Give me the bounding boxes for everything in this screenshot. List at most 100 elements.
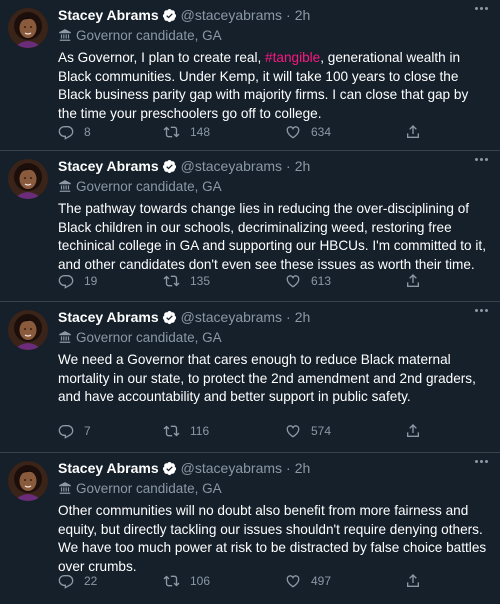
avatar[interactable] (8, 461, 48, 501)
tweet-header: Stacey Abrams @staceyabrams · 2h (58, 156, 488, 176)
more-options-button[interactable] (475, 460, 488, 463)
share-button[interactable] (405, 423, 421, 439)
tweet-timestamp[interactable]: 2h (295, 156, 311, 176)
tweet[interactable]: Stacey Abrams @staceyabrams · 2h Governo… (0, 302, 500, 453)
account-label-text: Governor candidate, GA (76, 178, 222, 194)
author-name[interactable]: Stacey Abrams (58, 307, 159, 327)
separator-dot: · (286, 460, 291, 476)
retweet-button[interactable]: 116 (163, 423, 209, 439)
like-button[interactable]: 613 (285, 273, 331, 289)
account-label[interactable]: Governor candidate, GA (58, 176, 488, 196)
author-name[interactable]: Stacey Abrams (58, 5, 159, 25)
verified-badge-icon (162, 159, 177, 174)
share-upload-icon (407, 574, 419, 587)
tweet-text: The pathway towards change lies in reduc… (58, 200, 488, 274)
more-dots-icon (475, 7, 478, 10)
more-options-button[interactable] (475, 7, 488, 10)
reply-button[interactable]: 19 (58, 273, 97, 289)
like-button[interactable]: 497 (285, 573, 331, 589)
retweet-arrows-icon (163, 575, 180, 587)
like-count: 634 (311, 125, 332, 139)
retweet-button[interactable]: 135 (163, 273, 210, 289)
author-name[interactable]: Stacey Abrams (58, 458, 159, 478)
author-handle[interactable]: @staceyabrams (181, 307, 282, 327)
verified-badge-icon (162, 461, 177, 476)
share-button[interactable] (405, 124, 421, 140)
reply-count: 7 (84, 424, 91, 438)
tweet-actions: 7 116 574 (58, 421, 488, 441)
retweet-count: 148 (190, 125, 211, 139)
tweet-timestamp[interactable]: 2h (295, 5, 311, 25)
reply-button[interactable]: 22 (58, 573, 97, 589)
reply-bubble-icon (58, 575, 74, 589)
tweet-header: Stacey Abrams @staceyabrams · 2h (58, 458, 488, 478)
tweet-timestamp[interactable]: 2h (295, 458, 311, 478)
tweet-actions: 22 106 497 (58, 571, 488, 591)
tweet-timestamp[interactable]: 2h (295, 307, 311, 327)
tweet-text: We need a Governor that cares enough to … (58, 351, 488, 407)
tweet-actions: 8 148 634 (58, 122, 488, 142)
heart-icon (286, 425, 300, 438)
reply-count: 22 (84, 574, 98, 588)
heart-icon (286, 126, 300, 139)
reply-count: 8 (84, 125, 91, 139)
government-building-icon (59, 29, 71, 41)
account-label-text: Governor candidate, GA (76, 480, 222, 496)
government-building-icon (59, 331, 71, 343)
share-upload-icon (407, 424, 419, 437)
government-building-icon (59, 180, 71, 192)
heart-icon (286, 275, 300, 288)
like-count: 574 (311, 424, 332, 438)
more-options-button[interactable] (475, 158, 488, 161)
verified-badge-icon (162, 310, 177, 325)
author-name[interactable]: Stacey Abrams (58, 156, 159, 176)
retweet-button[interactable]: 148 (163, 124, 210, 140)
separator-dot: · (286, 7, 291, 23)
reply-count: 19 (84, 274, 98, 288)
tweet-text: Other communities will no doubt also ben… (58, 502, 488, 576)
like-count: 613 (311, 274, 332, 288)
reply-button[interactable]: 8 (58, 124, 91, 140)
verified-badge-icon (162, 8, 177, 23)
like-button[interactable]: 634 (285, 124, 331, 140)
author-handle[interactable]: @staceyabrams (181, 5, 282, 25)
tweet-text-body: As Governor, I plan to create real, (58, 50, 266, 65)
tweet-actions: 19 135 613 (58, 271, 488, 291)
separator-dot: · (286, 309, 291, 325)
avatar[interactable] (8, 8, 48, 48)
avatar[interactable] (8, 310, 48, 350)
tweet[interactable]: Stacey Abrams @staceyabrams · 2h Governo… (0, 151, 500, 302)
retweet-button[interactable]: 106 (163, 573, 210, 589)
retweet-arrows-icon (163, 425, 180, 437)
like-count: 497 (311, 574, 332, 588)
retweet-count: 135 (190, 274, 211, 288)
account-label[interactable]: Governor candidate, GA (58, 327, 488, 347)
tweet-header: Stacey Abrams @staceyabrams · 2h (58, 5, 488, 25)
hashtag-link[interactable]: #tangible (265, 50, 320, 65)
reply-bubble-icon (58, 126, 74, 140)
more-dots-icon (475, 460, 478, 463)
avatar[interactable] (8, 159, 48, 199)
tweet-header: Stacey Abrams @staceyabrams · 2h (58, 307, 488, 327)
more-options-button[interactable] (475, 309, 488, 312)
separator-dot: · (286, 158, 291, 174)
account-label[interactable]: Governor candidate, GA (58, 25, 488, 45)
tweet[interactable]: Stacey Abrams @staceyabrams · 2h Governo… (0, 0, 500, 151)
tweet[interactable]: Stacey Abrams @staceyabrams · 2h Governo… (0, 453, 500, 604)
author-handle[interactable]: @staceyabrams (181, 458, 282, 478)
share-button[interactable] (405, 273, 421, 289)
retweet-arrows-icon (163, 275, 180, 287)
reply-button[interactable]: 7 (58, 423, 91, 439)
retweet-arrows-icon (163, 126, 180, 138)
share-upload-icon (407, 125, 419, 138)
author-handle[interactable]: @staceyabrams (181, 156, 282, 176)
account-label[interactable]: Governor candidate, GA (58, 478, 488, 498)
tweet-text: As Governor, I plan to create real, #tan… (58, 49, 488, 123)
reply-bubble-icon (58, 275, 74, 289)
account-label-text: Governor candidate, GA (76, 27, 222, 43)
tweet-text-body: We need a Governor that cares enough to … (58, 352, 476, 404)
more-dots-icon (475, 309, 478, 312)
like-button[interactable]: 574 (285, 423, 331, 439)
tweet-text-body: Other communities will no doubt also ben… (58, 503, 487, 574)
share-button[interactable] (405, 573, 421, 589)
